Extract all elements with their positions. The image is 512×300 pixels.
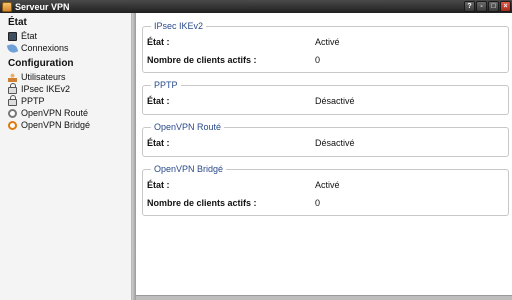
state-value: Activé xyxy=(315,180,340,190)
group-title: IPsec IKEv2 xyxy=(151,21,207,31)
group-pptp: PPTP État : Désactivé xyxy=(142,80,509,115)
sidebar-item-state[interactable]: État xyxy=(0,30,131,42)
sidebar: État État Connexions Configuration Utili… xyxy=(0,13,132,300)
sidebar-item-openvpn-routed[interactable]: OpenVPN Routé xyxy=(0,107,131,119)
group-title: OpenVPN Routé xyxy=(151,122,225,132)
bottom-scrollbar[interactable] xyxy=(136,295,512,300)
key-icon xyxy=(8,108,17,118)
group-openvpn-routed: OpenVPN Routé État : Désactivé xyxy=(142,122,509,157)
state-label: État : xyxy=(147,37,170,47)
sidebar-section-configuration: Configuration xyxy=(8,58,74,69)
minimize-button[interactable]: - xyxy=(476,1,487,12)
state-row: État : Activé xyxy=(147,37,502,49)
state-value: Activé xyxy=(315,37,340,47)
clients-value: 0 xyxy=(315,198,321,208)
group-title: OpenVPN Bridgé xyxy=(151,164,227,174)
key-icon xyxy=(8,120,17,130)
group-openvpn-bridged: OpenVPN Bridgé État : Activé Nombre de c… xyxy=(142,164,509,216)
lock-icon xyxy=(8,82,17,94)
sidebar-item-pptp[interactable]: PPTP xyxy=(0,94,131,107)
clients-value: 0 xyxy=(315,55,321,65)
state-value: Désactivé xyxy=(315,96,355,106)
sidebar-section-state: État xyxy=(8,17,27,28)
clients-row: Nombre de clients actifs : 0 xyxy=(147,55,502,67)
sidebar-item-ipsec[interactable]: IPsec IKEv2 xyxy=(0,82,131,95)
leaf-icon xyxy=(6,42,19,54)
clients-label: Nombre de clients actifs : xyxy=(147,198,257,208)
close-button[interactable]: × xyxy=(500,1,511,12)
lock-icon xyxy=(8,94,17,106)
state-row: État : Activé xyxy=(147,180,502,192)
state-row: État : Désactivé xyxy=(147,96,502,108)
monitor-icon xyxy=(8,31,17,41)
clients-row: Nombre de clients actifs : 0 xyxy=(147,198,502,210)
sidebar-item-label: OpenVPN Bridgé xyxy=(21,120,91,130)
state-value: Désactivé xyxy=(315,138,355,148)
sidebar-item-label: IPsec IKEv2 xyxy=(21,84,71,94)
group-ipsec: IPsec IKEv2 État : Activé Nombre de clie… xyxy=(142,21,509,73)
vpn-app-icon xyxy=(2,1,12,12)
clients-label: Nombre de clients actifs : xyxy=(147,55,257,65)
user-icon xyxy=(8,72,17,82)
state-label: État : xyxy=(147,96,170,106)
state-label: État : xyxy=(147,180,170,190)
help-button[interactable]: ? xyxy=(464,1,475,12)
window-title: Serveur VPN xyxy=(15,1,70,12)
title-bar: Serveur VPN ? - □ × xyxy=(0,0,512,13)
state-row: État : Désactivé xyxy=(147,138,502,150)
main-panel: IPsec IKEv2 État : Activé Nombre de clie… xyxy=(136,13,512,300)
group-title: PPTP xyxy=(151,80,181,90)
sidebar-item-label: État xyxy=(21,31,38,41)
maximize-button[interactable]: □ xyxy=(488,1,499,12)
sidebar-item-label: Connexions xyxy=(21,43,69,53)
state-label: État : xyxy=(147,138,170,148)
sidebar-item-connections[interactable]: Connexions xyxy=(0,42,131,54)
sidebar-item-openvpn-bridged[interactable]: OpenVPN Bridgé xyxy=(0,119,131,131)
sidebar-item-label: OpenVPN Routé xyxy=(21,108,89,118)
sidebar-item-users[interactable]: Utilisateurs xyxy=(0,71,131,83)
sidebar-item-label: Utilisateurs xyxy=(21,72,66,82)
sidebar-item-label: PPTP xyxy=(21,96,45,106)
